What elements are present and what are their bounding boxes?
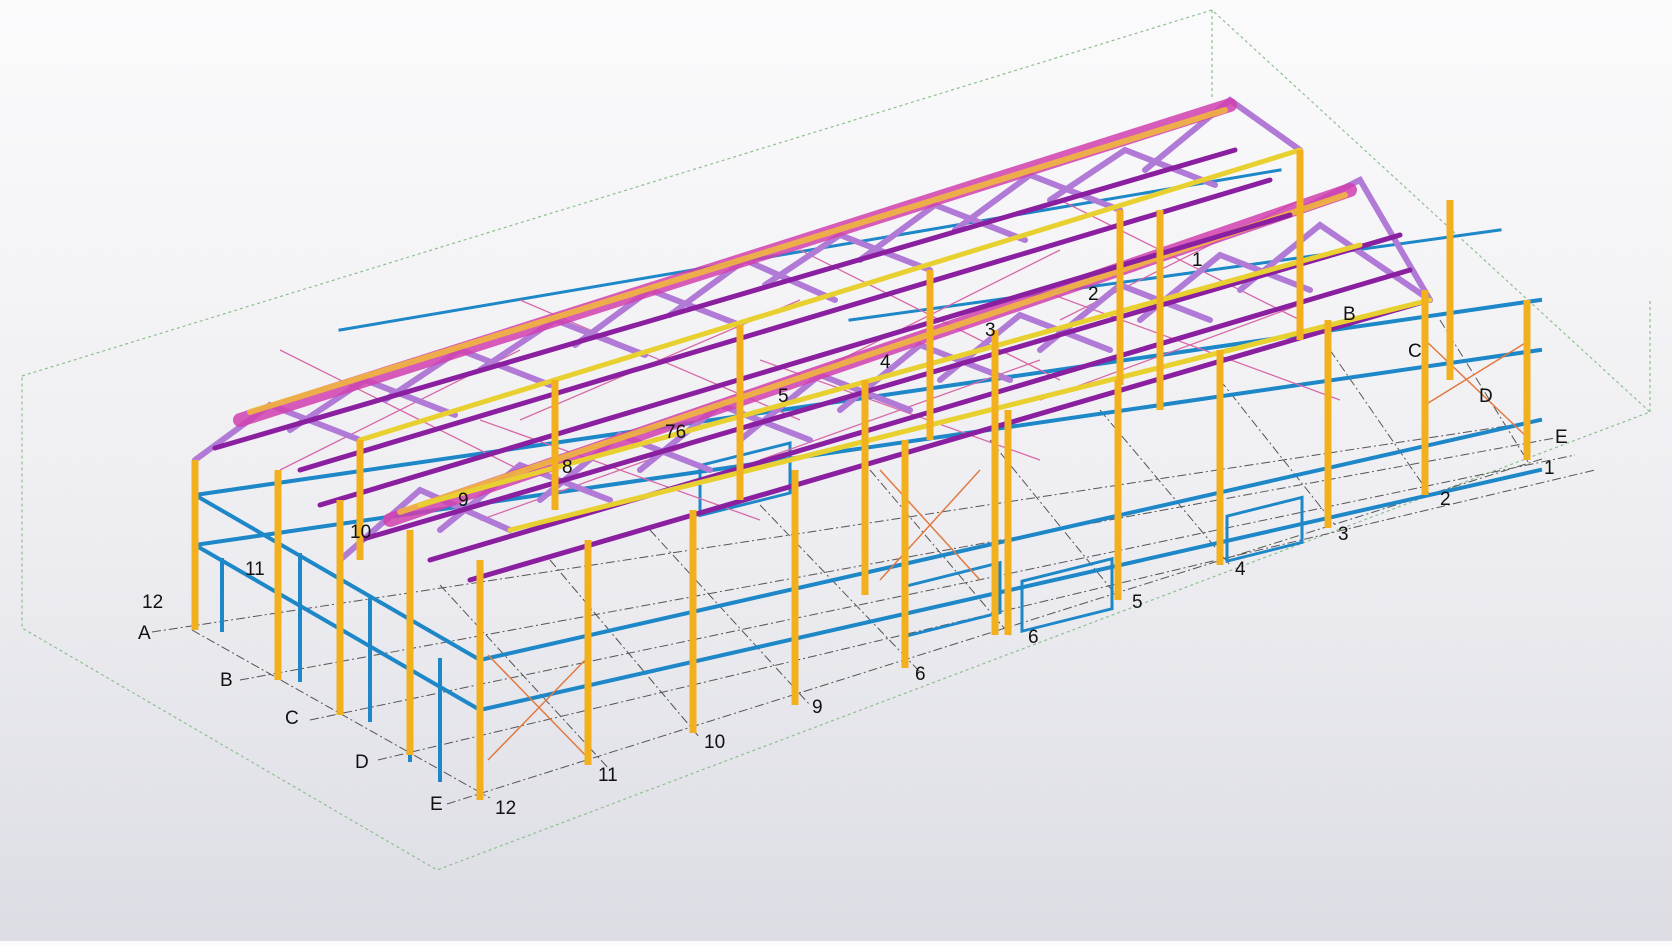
grid-label-2: 2	[1440, 489, 1451, 510]
model-viewport[interactable]: 12 11 10 9 6 6 5 4 3 2 1 12 A B C D E B …	[0, 0, 1672, 941]
grid-labels-left: 12 A B C D E	[138, 592, 443, 815]
grid-label-12: 12	[495, 798, 516, 819]
grid-label-5: 5	[1132, 592, 1143, 613]
grid-label-A: A	[138, 623, 151, 644]
steel-structure-model: 12 11 10 9 6 6 5 4 3 2 1 12 A B C D E B …	[21, 9, 1652, 871]
grid-label-1: 1	[1544, 458, 1555, 479]
grid-label-top-76: 76	[665, 422, 686, 443]
grid-label-D: D	[355, 752, 369, 773]
grid-label-10: 10	[704, 732, 725, 753]
grid-label-6b: 6	[1028, 627, 1039, 648]
grid-label-9: 9	[812, 697, 823, 718]
grid-label-top-5: 5	[778, 386, 789, 407]
grid-label-right-D: D	[1479, 386, 1493, 407]
grid-label-E: E	[430, 794, 443, 815]
grid-labels-front: 12 11 10 9 6 6 5 4 3 2 1	[495, 458, 1555, 819]
grid-label-top-8: 8	[562, 457, 573, 478]
grid-label-B: B	[220, 670, 233, 691]
grid-label-11: 11	[598, 765, 618, 786]
grid-label-right-C: C	[1408, 341, 1422, 362]
grid-label-left-12: 12	[142, 592, 163, 613]
grid-label-top-4: 4	[880, 352, 891, 373]
grid-label-top-1: 1	[1192, 250, 1203, 271]
grid-label-C: C	[285, 708, 299, 729]
grid-label-3: 3	[1338, 524, 1349, 545]
grid-label-top-3: 3	[985, 320, 996, 341]
grid-label-top-11: 11	[245, 559, 265, 580]
grid-label-right-B: B	[1343, 304, 1356, 325]
grid-label-right-E: E	[1555, 427, 1568, 448]
grid-label-top-10: 10	[350, 522, 371, 543]
grid-label-top-9: 9	[458, 490, 469, 511]
grid-label-top-2: 2	[1088, 284, 1099, 305]
grid-label-4: 4	[1235, 559, 1246, 580]
grid-label-6a: 6	[915, 664, 926, 685]
